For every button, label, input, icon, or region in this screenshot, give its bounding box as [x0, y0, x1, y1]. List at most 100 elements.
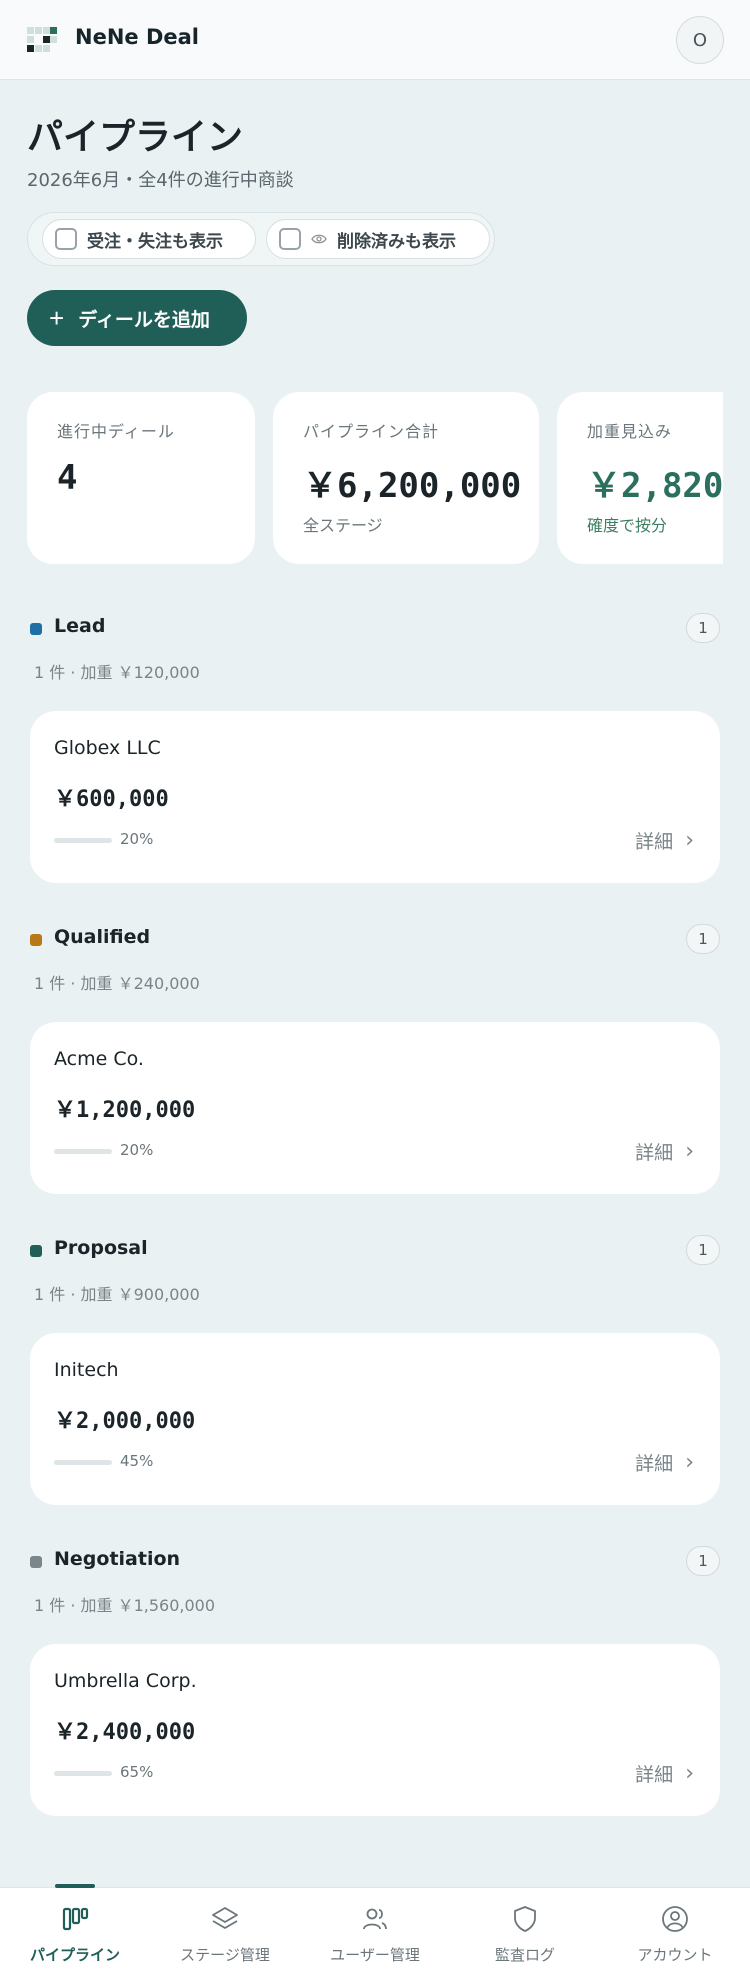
nav-item-pipeline[interactable]: パイプライン — [0, 1884, 150, 1977]
deal-detail-link[interactable]: 詳細 › — [635, 1138, 694, 1165]
stat-label: パイプライン合計 — [303, 422, 440, 441]
stage-meta: 1 件 · 加重 ￥240,000 — [34, 974, 200, 993]
probability-fill — [54, 1460, 81, 1465]
deal-card[interactable]: Initech ￥2,000,000 45% 詳細 › — [30, 1333, 720, 1505]
probability-bar — [54, 1149, 112, 1154]
nav-label: アカウント — [637, 1946, 713, 1964]
deal-detail-link[interactable]: 詳細 › — [635, 1449, 694, 1476]
nav-item-stages[interactable]: ステージ管理 — [150, 1888, 300, 1977]
chevron-right-icon: › — [685, 1139, 694, 1164]
deal-detail-link[interactable]: 詳細 › — [635, 1760, 694, 1787]
show-closed-toggle[interactable]: 受注・失注も表示 — [42, 219, 256, 259]
probability-fill — [54, 1149, 66, 1154]
eye-icon — [311, 234, 327, 244]
stage-meta: 1 件 · 加重 ￥1,560,000 — [34, 1596, 216, 1615]
nav-label: ユーザー管理 — [330, 1946, 420, 1964]
detail-label: 詳細 — [635, 1453, 674, 1475]
stat-value: ￥6,200,000 — [303, 466, 522, 506]
app-logo-icon — [27, 27, 57, 52]
stage-count-badge: 1 — [686, 924, 720, 954]
stage-count-badge: 1 — [686, 613, 720, 643]
page-title: パイプライン — [27, 117, 244, 158]
stat-value: ￥2,820,000 — [587, 466, 723, 506]
stats-row: 進行中ディール 4 パイプライン合計 ￥6,200,000 全ステージ 加重見込… — [27, 392, 723, 564]
add-deal-button[interactable]: + ディールを追加 — [27, 290, 247, 346]
nav-item-audit[interactable]: 監査ログ — [450, 1888, 600, 1977]
deal-card[interactable]: Umbrella Corp. ￥2,400,000 65% 詳細 › — [30, 1644, 720, 1816]
deal-card[interactable]: Globex LLC ￥600,000 20% 詳細 › — [30, 711, 720, 883]
probability-bar — [54, 1771, 112, 1776]
deal-amount: ￥2,000,000 — [54, 1409, 196, 1434]
stat-card-weighted: 加重見込み ￥2,820,000 確度で按分 — [557, 392, 723, 564]
deal-name: Globex LLC — [54, 737, 161, 759]
show-closed-checkbox[interactable] — [55, 228, 77, 250]
stat-subtext: 確度で按分 — [587, 516, 668, 535]
nav-label: パイプライン — [29, 1946, 120, 1964]
stage-header-proposal: Proposal 1 — [30, 1235, 720, 1267]
stage-header-qualified: Qualified 1 — [30, 924, 720, 956]
layers-icon — [212, 1907, 238, 1929]
stage-count-badge: 1 — [686, 1546, 720, 1576]
stage-color-dot — [30, 623, 42, 635]
stage-name: Proposal — [54, 1237, 148, 1259]
stat-value: 4 — [57, 458, 78, 498]
deal-name: Umbrella Corp. — [54, 1670, 197, 1692]
chevron-right-icon: › — [685, 1761, 694, 1786]
show-deleted-toggle[interactable]: 削除済みも表示 — [266, 219, 490, 259]
show-deleted-label: 削除済みも表示 — [337, 231, 456, 252]
bottom-nav: パイプライン ステージ管理 ユーザー管理 監査ログ アカウント — [0, 1884, 750, 1977]
chevron-right-icon: › — [685, 1450, 694, 1475]
deal-name: Initech — [54, 1359, 119, 1381]
stage-name: Qualified — [54, 926, 151, 948]
stage-color-dot — [30, 1556, 42, 1568]
stat-card-active: 進行中ディール 4 — [27, 392, 255, 564]
probability-bar — [54, 1460, 112, 1465]
probability-label: 20% — [120, 1141, 154, 1159]
deal-name: Acme Co. — [54, 1048, 144, 1070]
plus-icon: + — [49, 303, 65, 333]
probability-label: 20% — [120, 830, 154, 848]
stage-meta: 1 件 · 加重 ￥900,000 — [34, 1285, 200, 1304]
nav-item-users[interactable]: ユーザー管理 — [300, 1888, 450, 1977]
deal-amount: ￥1,200,000 — [54, 1098, 196, 1123]
stat-subtext: 全ステージ — [303, 516, 383, 535]
stage-header-lead: Lead 1 — [30, 613, 720, 645]
stage-name: Lead — [54, 615, 106, 637]
add-deal-label: ディールを追加 — [78, 309, 210, 331]
filter-group: 受注・失注も表示 削除済みも表示 — [27, 212, 495, 266]
deal-amount: ￥2,400,000 — [54, 1720, 196, 1745]
nav-item-account[interactable]: アカウント — [600, 1888, 750, 1977]
users-icon — [363, 1908, 387, 1930]
nav-label: 監査ログ — [494, 1946, 555, 1964]
nav-label: ステージ管理 — [180, 1946, 270, 1964]
app-header: NeNe Deal O — [0, 0, 750, 80]
stage-color-dot — [30, 1245, 42, 1257]
detail-label: 詳細 — [635, 831, 674, 853]
show-closed-label: 受注・失注も表示 — [87, 231, 223, 252]
stat-label: 進行中ディール — [57, 422, 175, 441]
brand-name: NeNe Deal — [75, 25, 199, 49]
probability-label: 45% — [120, 1452, 154, 1470]
probability-fill — [54, 1771, 92, 1776]
detail-label: 詳細 — [635, 1764, 674, 1786]
stage-meta: 1 件 · 加重 ￥120,000 — [34, 663, 200, 682]
deal-amount: ￥600,000 — [54, 787, 169, 812]
deal-detail-link[interactable]: 詳細 › — [635, 827, 694, 854]
detail-label: 詳細 — [635, 1142, 674, 1164]
probability-fill — [54, 838, 66, 843]
pipeline-icon — [62, 1907, 89, 1931]
shield-icon — [514, 1906, 536, 1932]
stat-card-total: パイプライン合計 ￥6,200,000 全ステージ — [273, 392, 539, 564]
stage-name: Negotiation — [54, 1548, 181, 1570]
stage-header-negotiation: Negotiation 1 — [30, 1546, 720, 1578]
show-deleted-checkbox[interactable] — [279, 228, 301, 250]
deal-card[interactable]: Acme Co. ￥1,200,000 20% 詳細 › — [30, 1022, 720, 1194]
user-avatar-button[interactable]: O — [676, 16, 724, 64]
active-indicator — [55, 1884, 95, 1888]
stage-color-dot — [30, 934, 42, 946]
stage-count-badge: 1 — [686, 1235, 720, 1265]
probability-label: 65% — [120, 1763, 154, 1781]
page-subtitle: 2026年6月・全4件の進行中商談 — [27, 170, 294, 191]
stat-label: 加重見込み — [587, 422, 673, 441]
chevron-right-icon: › — [685, 828, 694, 853]
